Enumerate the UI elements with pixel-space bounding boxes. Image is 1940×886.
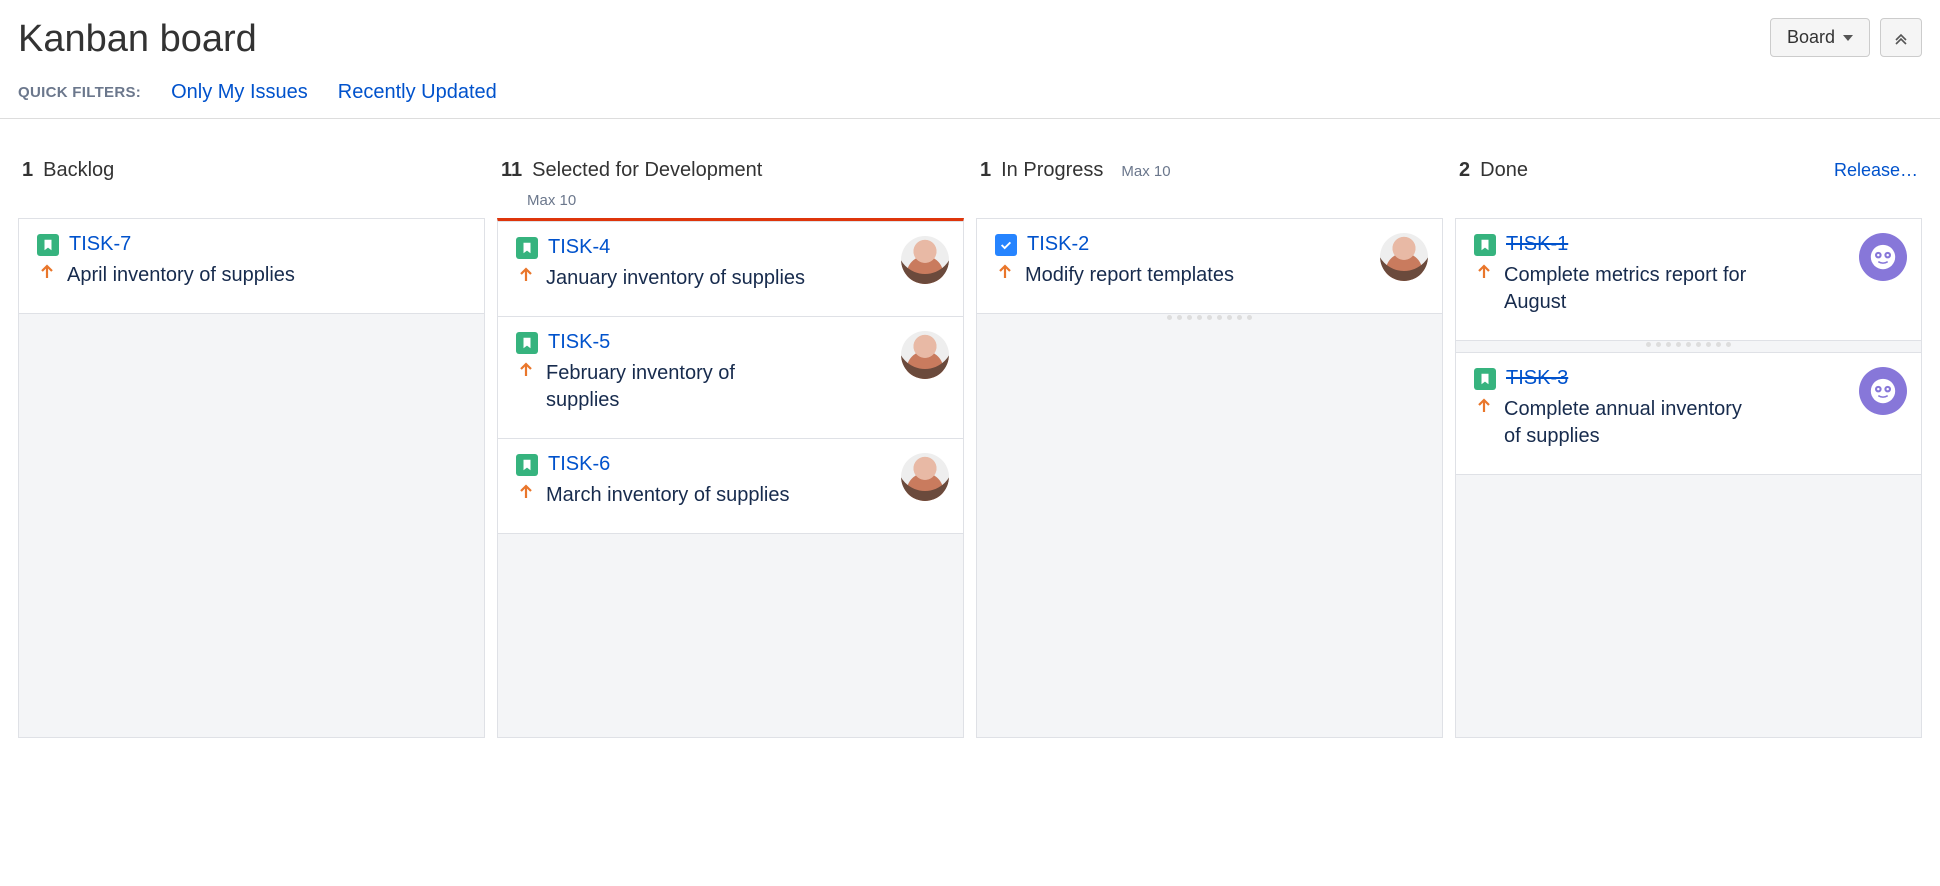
card-pager-dots — [977, 313, 1442, 326]
column-name: In Progress — [1001, 159, 1103, 182]
column-name: Selected for Development — [532, 159, 762, 182]
issue-summary: February inventory of supplies — [546, 360, 806, 414]
issue-key-link[interactable]: TISK-6 — [548, 453, 610, 476]
issue-summary: Complete metrics report for August — [1504, 262, 1764, 316]
column-header: 2 Done Release… — [1455, 155, 1922, 190]
column-name: Backlog — [43, 159, 114, 182]
issue-key-link[interactable]: TISK-2 — [1027, 233, 1089, 256]
quick-filters-label: QUICK FILTERS: — [18, 84, 141, 101]
column-sub — [1455, 190, 1922, 218]
priority-medium-icon — [995, 262, 1015, 282]
story-type-icon — [516, 332, 538, 354]
page-title: Kanban board — [18, 18, 257, 61]
column-sub: Max 10 — [497, 190, 964, 218]
assignee-avatar[interactable] — [1859, 367, 1907, 415]
issue-card[interactable]: TISK-1 Complete metrics report for August — [1455, 218, 1922, 341]
issue-summary: January inventory of supplies — [546, 265, 805, 292]
column-count: 1 — [980, 159, 991, 182]
release-link[interactable]: Release… — [1834, 160, 1918, 181]
board-dropdown[interactable]: Board — [1770, 18, 1870, 57]
assignee-avatar[interactable] — [1380, 233, 1428, 281]
column-sub — [976, 190, 1443, 218]
issue-summary: Complete annual inventory of supplies — [1504, 396, 1764, 450]
issue-key-link[interactable]: TISK-7 — [69, 233, 131, 256]
issue-card[interactable]: TISK-5 February inventory of supplies — [497, 316, 964, 439]
issue-key-link[interactable]: TISK-1 — [1506, 233, 1568, 256]
issue-key-link[interactable]: TISK-4 — [548, 236, 610, 259]
collapse-button[interactable] — [1880, 18, 1922, 57]
priority-medium-icon — [516, 265, 536, 285]
issue-card[interactable]: TISK-4 January inventory of supplies — [497, 221, 964, 317]
assignee-avatar[interactable] — [901, 331, 949, 379]
issue-summary: April inventory of supplies — [67, 262, 295, 289]
board-dropdown-label: Board — [1787, 27, 1835, 48]
caret-down-icon — [1843, 35, 1853, 41]
column-name: Done — [1480, 159, 1528, 182]
issue-card[interactable]: TISK-2 Modify report templates — [976, 218, 1443, 314]
issue-card[interactable]: TISK-3 Complete annual inventory of suppl… — [1455, 352, 1922, 475]
column-sub — [18, 190, 485, 218]
story-type-icon — [37, 234, 59, 256]
filter-only-my-issues[interactable]: Only My Issues — [171, 81, 308, 104]
issue-card[interactable]: TISK-6 March inventory of supplies — [497, 438, 964, 534]
story-type-icon — [516, 454, 538, 476]
priority-medium-icon — [1474, 396, 1494, 416]
issue-key-link[interactable]: TISK-3 — [1506, 367, 1568, 390]
issue-summary: Modify report templates — [1025, 262, 1234, 289]
issue-summary: March inventory of supplies — [546, 482, 789, 509]
assignee-avatar[interactable] — [901, 453, 949, 501]
priority-medium-icon — [516, 482, 536, 502]
column-count: 11 — [501, 159, 522, 182]
column-body[interactable]: TISK-4January inventory of suppliesTISK-… — [497, 218, 964, 738]
column-header: 1 Backlog — [18, 155, 485, 190]
assignee-avatar[interactable] — [1859, 233, 1907, 281]
priority-medium-icon — [1474, 262, 1494, 282]
assignee-avatar[interactable] — [901, 236, 949, 284]
column-header: 1 In Progress Max 10 — [976, 155, 1443, 190]
filter-recently-updated[interactable]: Recently Updated — [338, 81, 497, 104]
column-body[interactable]: TISK-7 April inventory of supplies — [18, 218, 485, 738]
column-count: 2 — [1459, 159, 1470, 182]
column-max: Max 10 — [1121, 163, 1170, 180]
story-type-icon — [1474, 234, 1496, 256]
priority-medium-icon — [37, 262, 57, 282]
story-type-icon — [1474, 368, 1496, 390]
issue-key-link[interactable]: TISK-5 — [548, 331, 610, 354]
issue-card[interactable]: TISK-7 April inventory of supplies — [18, 218, 485, 314]
column-header: 11 Selected for Development — [497, 155, 964, 190]
priority-medium-icon — [516, 360, 536, 380]
chevrons-up-icon — [1893, 30, 1909, 46]
story-type-icon — [516, 237, 538, 259]
column-body[interactable]: TISK-1 Complete metrics report for August… — [1455, 218, 1922, 738]
column-count: 1 — [22, 159, 33, 182]
column-body[interactable]: TISK-2 Modify report templates — [976, 218, 1443, 738]
task-type-icon — [995, 234, 1017, 256]
